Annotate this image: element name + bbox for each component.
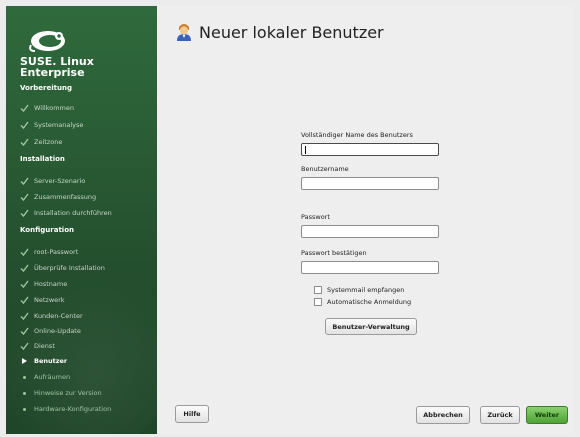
check-icon (18, 247, 30, 257)
abort-button[interactable]: Abbrechen (416, 406, 470, 424)
sidebar-item-label: Netzwerk (34, 296, 65, 304)
sidebar-item-zusammenfassung[interactable]: Zusammenfassung (18, 191, 96, 203)
sidebar-item-zeitzone[interactable]: Zeitzone (18, 136, 62, 148)
installer-window: SUSE. Linux Enterprise Vorbereitung Inst… (0, 0, 580, 437)
sidebar-item-aufraeumen[interactable]: Aufräumen (18, 371, 70, 383)
section-konfiguration: Konfiguration (20, 226, 74, 234)
check-icon (18, 326, 30, 336)
bullet-icon (18, 388, 30, 398)
sidebar-item-systemanalyse[interactable]: Systemanalyse (18, 119, 83, 131)
check-icon (18, 176, 30, 186)
user-icon (177, 24, 191, 41)
sidebar-item-willkommen[interactable]: Willkommen (18, 102, 74, 114)
sidebar-item-label: Überprüfe Installation (34, 264, 105, 272)
check-icon (18, 103, 30, 113)
sidebar-item-server-szenario[interactable]: Server-Szenario (18, 175, 85, 187)
check-icon (18, 192, 30, 202)
bullet-icon (18, 404, 30, 414)
check-icon (18, 120, 30, 130)
sidebar-item-label: Willkommen (34, 104, 74, 112)
sidebar-item-label: Zeitzone (34, 138, 63, 146)
main-panel: Neuer lokaler Benutzer Vollständiger Nam… (157, 6, 574, 434)
sidebar-item-label: Aufräumen (34, 373, 71, 381)
sidebar-item-label: root-Passwort (34, 248, 79, 256)
back-button[interactable]: Zurück (480, 406, 520, 424)
next-button[interactable]: Weiter (526, 406, 568, 424)
section-vorbereitung: Vorbereitung (20, 84, 72, 92)
sidebar-item-root-passwort[interactable]: root-Passwort (18, 246, 78, 258)
check-icon (18, 295, 30, 305)
fullname-input[interactable] (301, 143, 439, 156)
sidebar-item-label: Online-Update (34, 327, 81, 335)
check-icon (18, 311, 30, 321)
check-icon (18, 263, 30, 273)
sidebar-item-benutzer[interactable]: Benutzer (18, 355, 67, 367)
sidebar-item-netzwerk[interactable]: Netzwerk (18, 294, 65, 306)
sidebar-item-online-update[interactable]: Online-Update (18, 325, 81, 337)
help-button[interactable]: Hilfe (175, 405, 209, 423)
check-icon (18, 341, 30, 351)
bullet-icon (18, 372, 30, 382)
sidebar-item-label: Installation durchführen (34, 209, 112, 217)
page-header: Neuer lokaler Benutzer (175, 22, 384, 42)
check-icon (18, 137, 30, 147)
benutzer-verwaltung-button[interactable]: Benutzer-Verwaltung (325, 318, 417, 335)
confirm-password-input[interactable] (301, 261, 439, 274)
sidebar-item-hardware-konfiguration[interactable]: Hardware-Konfiguration (18, 403, 111, 415)
systemmail-checkbox-row[interactable]: Systemmail empfangen (314, 286, 404, 294)
autologin-label: Automatische Anmeldung (327, 298, 412, 306)
suse-chameleon-icon (29, 31, 65, 52)
sidebar-item-label: Benutzer (34, 357, 68, 365)
section-installation: Installation (20, 155, 65, 163)
brand-text: SUSE. Linux Enterprise (20, 56, 94, 78)
sidebar-item-label: Zusammenfassung (34, 193, 97, 201)
autologin-checkbox-row[interactable]: Automatische Anmeldung (314, 298, 411, 306)
sidebar-item-label: Server-Szenario (34, 177, 86, 185)
password-label: Passwort (301, 213, 330, 221)
text-caret (305, 146, 306, 154)
sidebar-item-ueberpruefe-installation[interactable]: Überprüfe Installation (18, 262, 105, 274)
autologin-checkbox[interactable] (314, 298, 322, 306)
username-label: Benutzername (301, 165, 349, 173)
sidebar-item-dienst[interactable]: Dienst (18, 340, 55, 352)
sidebar-item-label: Systemanalyse (34, 121, 84, 129)
sidebar-item-hostname[interactable]: Hostname (18, 278, 67, 290)
sidebar-item-kunden-center[interactable]: Kunden-Center (18, 310, 83, 322)
username-input[interactable] (301, 177, 439, 190)
fullname-label: Vollständiger Name des Benutzers (301, 131, 413, 139)
sidebar-item-label: Dienst (34, 342, 55, 350)
check-icon (18, 208, 30, 218)
sidebar-item-installation-durchfuehren[interactable]: Installation durchführen (18, 207, 112, 219)
password-input[interactable] (301, 225, 439, 238)
systemmail-label: Systemmail empfangen (327, 286, 405, 294)
sidebar-item-label: Hardware-Konfiguration (34, 405, 112, 413)
brand-line2: Enterprise (20, 66, 85, 79)
confirm-password-label: Passwort bestätigen (301, 249, 367, 257)
check-icon (18, 279, 30, 289)
sidebar-item-label: Hinweise zur Version (34, 389, 102, 397)
sidebar-item-label: Kunden-Center (34, 312, 83, 320)
systemmail-checkbox[interactable] (314, 286, 322, 294)
sidebar-item-label: Hostname (34, 280, 68, 288)
sidebar: SUSE. Linux Enterprise Vorbereitung Inst… (6, 6, 157, 434)
current-step-arrow-icon (18, 356, 30, 366)
sidebar-item-hinweise-zur-version[interactable]: Hinweise zur Version (18, 387, 102, 399)
page-title: Neuer lokaler Benutzer (199, 22, 384, 42)
